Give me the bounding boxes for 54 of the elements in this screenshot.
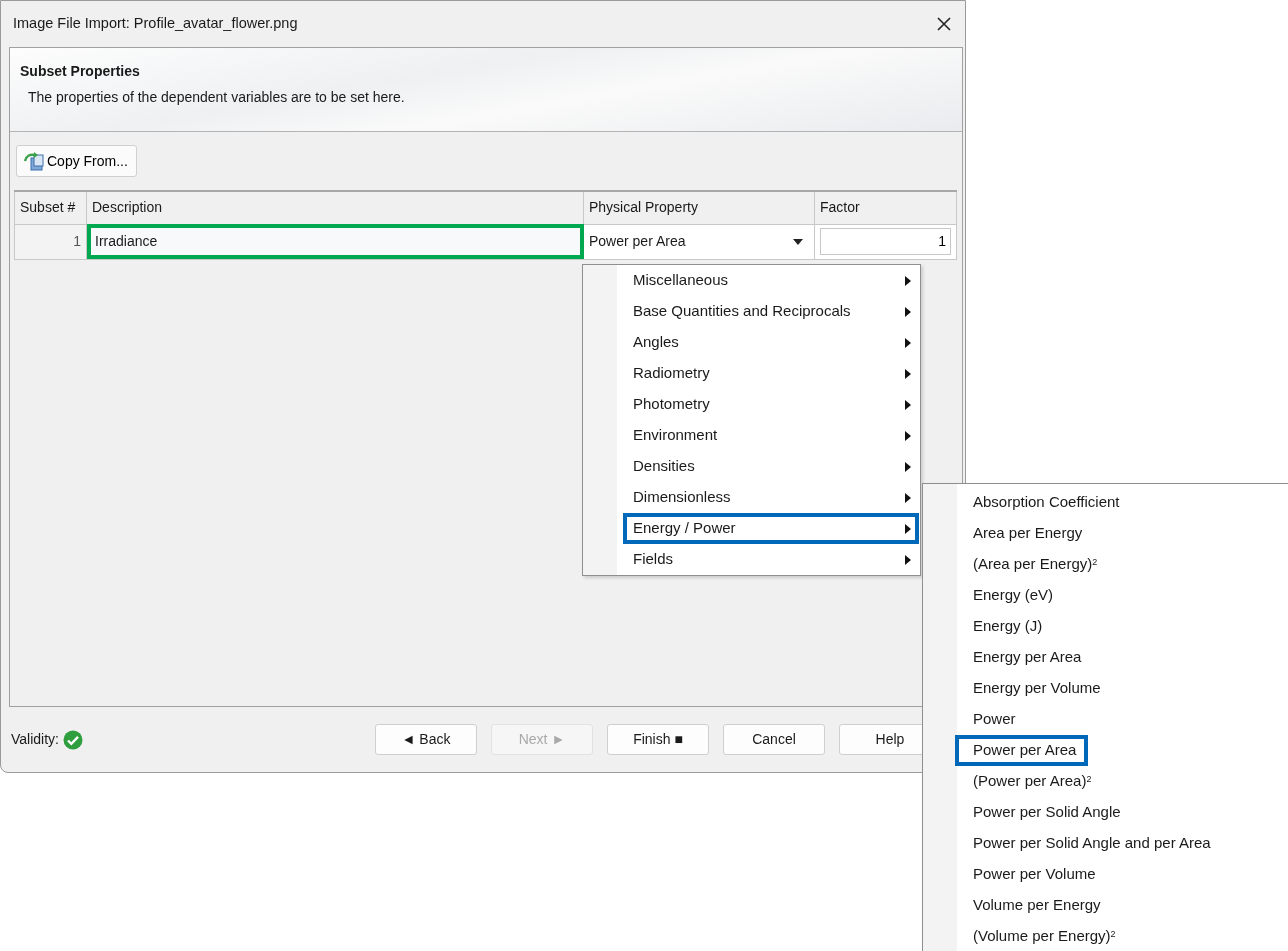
submenu-arrow-icon xyxy=(905,368,911,379)
submenu-arrow-icon xyxy=(905,306,911,317)
menu-item[interactable]: Photometry xyxy=(623,389,919,420)
menu-item[interactable]: Dimensionless xyxy=(623,482,919,513)
menu-item[interactable]: (Volume per Energy)$^{2}$ xyxy=(957,923,1126,950)
menu-item[interactable]: Energy per Volume xyxy=(957,675,1111,702)
menu-item[interactable]: Absorption Coefficient xyxy=(957,489,1130,516)
menu-item[interactable]: Environment xyxy=(623,420,919,451)
menu-item[interactable]: Energy (eV) xyxy=(957,582,1064,609)
menu-item[interactable]: Angles xyxy=(623,327,919,358)
menu-item[interactable]: Power xyxy=(957,706,1026,733)
section-title: Subset Properties xyxy=(20,62,141,81)
menu-item[interactable]: Volume per Energy xyxy=(957,892,1111,919)
menu-item[interactable]: Power per Volume xyxy=(957,861,1106,888)
section-description: The properties of the dependent variables are to be set here. xyxy=(27,88,406,107)
dialog-button[interactable]: ◄ Back xyxy=(375,724,477,755)
column-header: Physical Property xyxy=(583,191,815,224)
close-icon[interactable] xyxy=(937,17,951,31)
submenu-arrow-icon xyxy=(905,399,911,410)
menu-item[interactable]: Densities xyxy=(623,451,919,482)
dialog-button[interactable]: Finish ■ xyxy=(607,724,709,755)
menu-item[interactable]: Power per Area xyxy=(957,737,1087,764)
table-cell: 1 xyxy=(14,224,87,259)
menu-item[interactable]: Energy (J) xyxy=(957,613,1053,640)
column-header: Factor xyxy=(814,191,957,224)
menu-item[interactable]: (Power per Area)$^{2}$ xyxy=(957,768,1102,795)
menu-item[interactable]: (Area per Energy)$^{2}$ xyxy=(957,551,1108,578)
submenu-arrow-icon xyxy=(905,430,911,441)
menu-item[interactable]: Energy per Area xyxy=(957,644,1092,671)
menu-item[interactable]: Power per Solid Angle xyxy=(957,799,1131,826)
submenu-arrow-icon xyxy=(905,523,911,534)
menu-item[interactable]: Power per Solid Angle and per Area xyxy=(957,830,1221,857)
validity-label: Validity: xyxy=(11,730,59,749)
submenu-arrow-icon xyxy=(905,337,911,348)
copy-icon xyxy=(23,151,45,171)
check-icon xyxy=(63,729,83,750)
window-title: Image File Import: Profile_avatar_flower.png xyxy=(13,14,298,34)
dialog-button[interactable]: Cancel xyxy=(723,724,825,755)
column-header: Subset # xyxy=(14,191,87,224)
factor-field[interactable]: 1 xyxy=(820,228,951,255)
submenu-arrow-icon xyxy=(905,275,911,286)
copy-from-button[interactable]: Copy From... xyxy=(16,145,137,177)
submenu-arrow-icon xyxy=(905,554,911,565)
menu-item[interactable]: Fields xyxy=(623,544,919,575)
caret-icon xyxy=(793,238,803,245)
submenu-arrow-icon xyxy=(905,492,911,503)
column-header: Description xyxy=(86,191,584,224)
menu-item[interactable]: Area per Energy xyxy=(957,520,1093,547)
menu-item[interactable]: Energy / Power xyxy=(623,513,919,544)
submenu-arrow-icon xyxy=(905,461,911,472)
table-cell: Irradiance xyxy=(86,224,584,259)
menu-item[interactable]: Miscellaneous xyxy=(623,265,919,296)
menu-item[interactable]: Radiometry xyxy=(623,358,919,389)
menu-item[interactable]: Base Quantities and Reciprocals xyxy=(623,296,919,327)
